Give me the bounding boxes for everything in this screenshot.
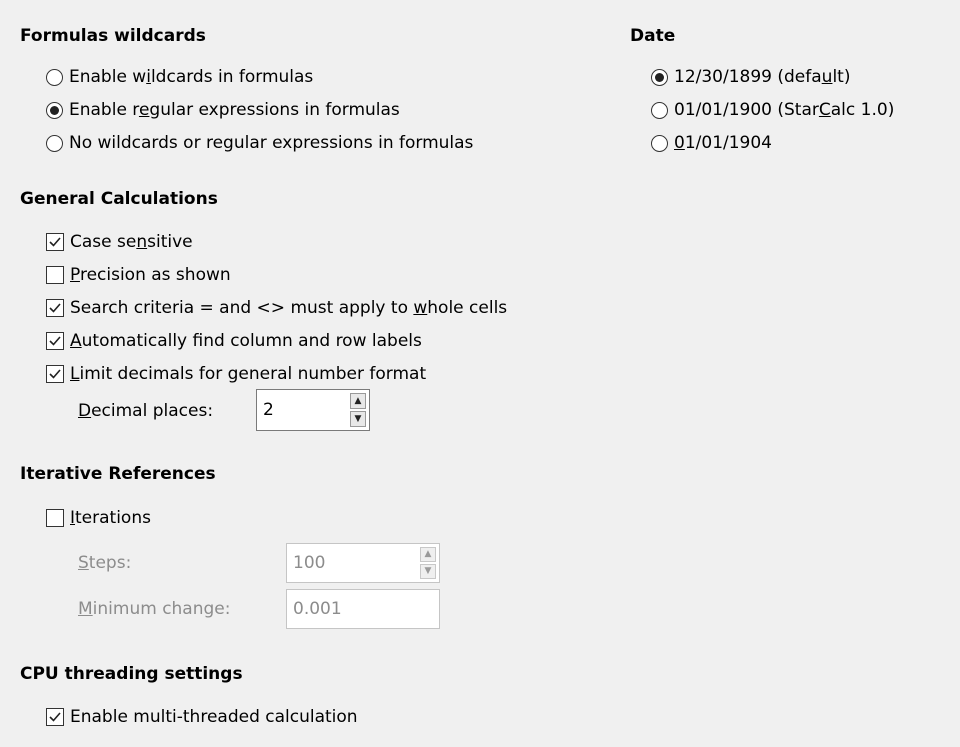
steps-value[interactable]: 100 (287, 553, 417, 573)
radio-label: No wildcards or regular expressions in f… (69, 133, 474, 153)
radio-enable-wildcards[interactable]: Enable wildcards in formulas (46, 64, 313, 90)
radio-date-1904[interactable]: 01/01/1904 (651, 130, 772, 156)
radio-indicator[interactable] (651, 134, 668, 152)
checkbox-indicator[interactable] (46, 266, 64, 284)
radio-date-1899[interactable]: 12/30/1899 (default) (651, 64, 850, 90)
radio-dot (50, 105, 59, 115)
spin-up-icon[interactable]: ▲ (420, 547, 436, 562)
spin-down-icon[interactable]: ▼ (350, 411, 366, 427)
checkbox-label: Enable multi-threaded calculation (70, 707, 358, 727)
radio-label: Enable regular expressions in formulas (69, 100, 400, 120)
checkbox-label: Case sensitive (70, 232, 193, 252)
radio-enable-regex[interactable]: Enable regular expressions in formulas (46, 97, 400, 123)
checkmark-icon (49, 369, 61, 379)
radio-label: 01/01/1900 (StarCalc 1.0) (674, 100, 895, 120)
radio-indicator[interactable] (46, 101, 63, 119)
checkmark-icon (49, 336, 61, 346)
iterative-references-title: Iterative References (20, 464, 216, 484)
radio-label: Enable wildcards in formulas (69, 67, 314, 87)
steps-label: Steps: (78, 553, 132, 573)
checkbox-case-sensitive[interactable]: Case sensitive (46, 229, 193, 255)
spin-up-icon[interactable]: ▲ (350, 393, 366, 409)
decimal-places-spinbox[interactable]: 2 ▲ ▼ (256, 389, 370, 431)
checkbox-indicator[interactable] (46, 708, 64, 726)
checkbox-indicator[interactable] (46, 509, 64, 527)
checkbox-whole-cells[interactable]: Search criteria = and <> must apply to w… (46, 295, 507, 321)
checkbox-limit-decimals[interactable]: Limit decimals for general number format (46, 361, 426, 387)
checkbox-label: Automatically find column and row labels (70, 331, 422, 351)
checkbox-indicator[interactable] (46, 299, 64, 317)
formulas-wildcards-title: Formulas wildcards (20, 26, 206, 46)
checkbox-indicator[interactable] (46, 233, 64, 251)
checkbox-indicator[interactable] (46, 365, 64, 383)
minimum-change-field[interactable]: 0.001 (286, 589, 440, 629)
radio-indicator[interactable] (651, 101, 668, 119)
checkbox-label: Search criteria = and <> must apply to w… (70, 298, 508, 318)
checkmark-icon (49, 712, 61, 722)
checkmark-icon (49, 303, 61, 313)
decimal-places-label: Decimal places: (78, 401, 214, 421)
checkbox-label: Iterations (70, 508, 151, 528)
minimum-change-label: Minimum change: (78, 599, 231, 619)
checkbox-precision-as-shown[interactable]: Precision as shown (46, 262, 231, 288)
radio-indicator[interactable] (651, 68, 668, 86)
checkbox-label: Limit decimals for general number format (70, 364, 427, 384)
radio-date-1900[interactable]: 01/01/1900 (StarCalc 1.0) (651, 97, 894, 123)
cpu-threading-title: CPU threading settings (20, 664, 243, 684)
radio-label: 01/01/1904 (674, 133, 772, 153)
decimal-places-value[interactable]: 2 (257, 400, 347, 420)
radio-label: 12/30/1899 (default) (674, 67, 851, 87)
radio-indicator[interactable] (46, 134, 63, 152)
checkbox-label: Precision as shown (70, 265, 231, 285)
checkbox-auto-find-labels[interactable]: Automatically find column and row labels (46, 328, 422, 354)
radio-dot (655, 72, 664, 82)
radio-no-wildcards[interactable]: No wildcards or regular expressions in f… (46, 130, 473, 156)
steps-spinbox[interactable]: 100 ▲ ▼ (286, 543, 440, 583)
date-title: Date (630, 26, 676, 46)
checkmark-icon (49, 237, 61, 247)
checkbox-iterations[interactable]: Iterations (46, 505, 151, 531)
spin-buttons: ▲ ▼ (347, 390, 369, 430)
checkbox-indicator[interactable] (46, 332, 64, 350)
spin-buttons: ▲ ▼ (417, 544, 439, 582)
radio-indicator[interactable] (46, 68, 63, 86)
general-calculations-title: General Calculations (20, 189, 218, 209)
spin-down-icon[interactable]: ▼ (420, 564, 436, 579)
checkbox-multithreaded[interactable]: Enable multi-threaded calculation (46, 704, 358, 730)
